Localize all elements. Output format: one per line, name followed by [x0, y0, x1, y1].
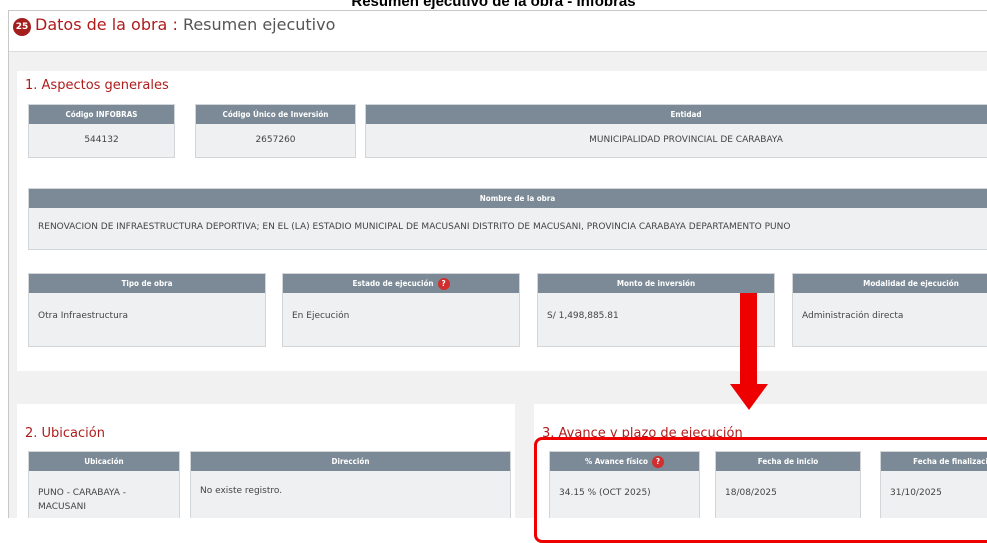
ubicacion-title: 2. Ubicación: [25, 426, 105, 441]
ubicacion-box: Ubicación PUNO - CARABAYA - MACUSANI: [28, 451, 180, 518]
page-caption: Resumen ejecutivo de la obra - Infobras: [351, 0, 636, 10]
entidad-label: Entidad: [366, 105, 987, 124]
direccion-value: No existe registro.: [200, 486, 283, 496]
direccion-box: Dirección No existe registro.: [190, 451, 511, 518]
modalidad-ejecucion-value: Administración directa: [802, 311, 904, 321]
ubicacion-value: PUNO - CARABAYA - MACUSANI: [38, 488, 126, 512]
modalidad-ejecucion-label: Modalidad de ejecución: [793, 274, 987, 293]
estado-ejecucion-value: En Ejecución: [292, 311, 350, 321]
codigo-unico-label: Código Único de Inversión: [196, 105, 355, 124]
codigo-unico-value: 2657260: [255, 135, 296, 145]
red-arrow-shaft: [740, 293, 757, 384]
nombre-obra-box: Nombre de la obra RENOVACION DE INFRAEST…: [28, 188, 987, 250]
nombre-obra-value: RENOVACION DE INFRAESTRUCTURA DEPORTIVA;…: [38, 222, 791, 232]
ubicacion-label: Ubicación: [29, 452, 179, 471]
page-title-main: Datos de la obra :: [35, 15, 178, 34]
direccion-label: Dirección: [191, 452, 510, 471]
tipo-obra-box: Tipo de obra Otra Infraestructura: [28, 273, 266, 347]
codigo-infobras-value: 544132: [84, 135, 119, 145]
tipo-obra-label: Tipo de obra: [29, 274, 265, 293]
highlight-box: [534, 437, 987, 543]
nombre-obra-label: Nombre de la obra: [29, 189, 987, 208]
tipo-obra-value: Otra Infraestructura: [38, 311, 128, 321]
modalidad-ejecucion-box: Modalidad de ejecución Administración di…: [792, 273, 987, 347]
page-title: Datos de la obra : Resumen ejecutivo: [35, 15, 335, 34]
codigo-infobras-box: Código INFOBRAS 544132: [28, 104, 175, 158]
monto-inversion-value: S/ 1,498,885.81: [547, 311, 619, 321]
estado-ejecucion-label: Estado de ejecución: [352, 279, 434, 288]
estado-ejecucion-header: Estado de ejecución?: [283, 274, 519, 293]
codigo-infobras-label: Código INFOBRAS: [29, 105, 174, 124]
estado-ejecucion-box: Estado de ejecución? En Ejecución: [282, 273, 520, 347]
general-aspects-card: 1. Aspectos generales Código INFOBRAS 54…: [17, 71, 987, 371]
header-bar: 25 Datos de la obra : Resumen ejecutivo: [9, 11, 987, 52]
general-aspects-title: 1. Aspectos generales: [25, 78, 169, 93]
entidad-box: Entidad MUNICIPALIDAD PROVINCIAL DE CARA…: [365, 104, 987, 158]
ubicacion-card: 2. Ubicación Ubicación PUNO - CARABAYA -…: [17, 404, 515, 518]
estado-help-icon[interactable]: ?: [437, 277, 450, 290]
monto-inversion-label: Monto de inversión: [538, 274, 774, 293]
summary-icon: 25: [13, 18, 31, 36]
entidad-value: MUNICIPALIDAD PROVINCIAL DE CARABAYA: [589, 135, 783, 145]
page-title-sub: Resumen ejecutivo: [182, 15, 336, 34]
codigo-unico-box: Código Único de Inversión 2657260: [195, 104, 356, 158]
red-arrow-head-icon: [730, 384, 768, 410]
